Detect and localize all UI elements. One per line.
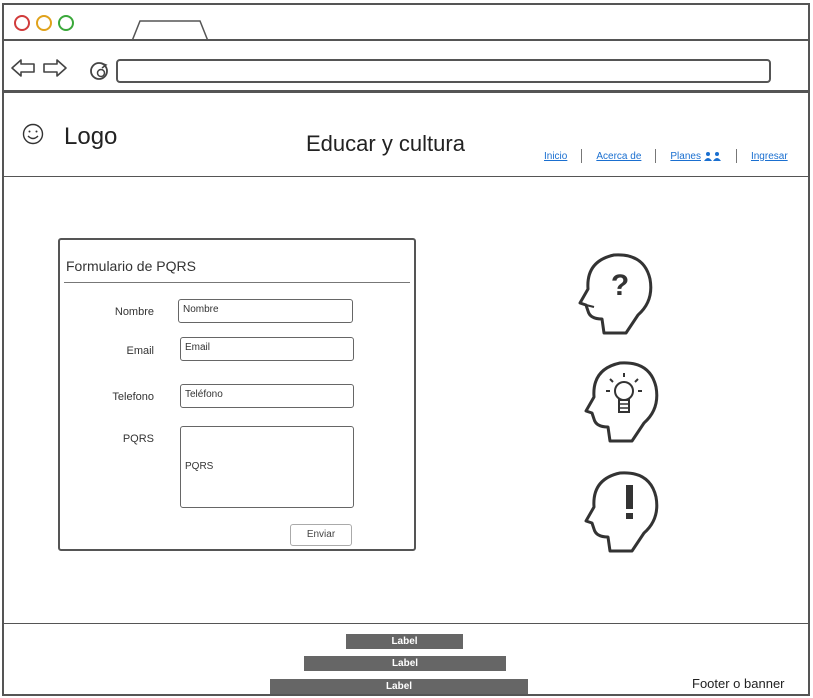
back-arrow-icon[interactable] bbox=[10, 57, 36, 79]
submit-button[interactable]: Enviar bbox=[290, 524, 352, 546]
nav-link-inicio[interactable]: Inicio bbox=[540, 151, 571, 162]
email-input[interactable]: Email bbox=[180, 337, 354, 361]
lightbulb-head-icon bbox=[584, 361, 659, 443]
pqrs-textarea[interactable]: PQRS bbox=[180, 426, 354, 508]
exclamation-head-icon bbox=[584, 471, 659, 553]
phone-label: Telefono bbox=[112, 391, 154, 403]
maximize-dot[interactable] bbox=[58, 15, 74, 31]
footer-label-3: Label bbox=[270, 679, 528, 694]
reload-icon[interactable] bbox=[88, 59, 112, 83]
people-icon bbox=[703, 152, 721, 161]
name-input[interactable]: Nombre bbox=[178, 299, 353, 323]
question-head-icon: ? bbox=[578, 253, 653, 335]
address-bar[interactable] bbox=[116, 59, 771, 83]
site-title: Educar y cultura bbox=[306, 131, 465, 156]
nav-separator bbox=[581, 149, 583, 163]
main-nav: Inicio Acerca de Planes Ingresar bbox=[540, 149, 792, 163]
phone-input[interactable]: Teléfono bbox=[180, 384, 354, 408]
pqrs-placeholder: PQRS bbox=[185, 461, 214, 472]
browser-window: Logo Educar y cultura Inicio Acerca de P… bbox=[2, 3, 810, 696]
title-bar bbox=[4, 5, 808, 41]
email-label: Email bbox=[126, 345, 154, 357]
minimize-dot[interactable] bbox=[36, 15, 52, 31]
footer-label-1: Label bbox=[346, 634, 463, 649]
nav-link-acerca[interactable]: Acerca de bbox=[592, 151, 645, 162]
nav-separator bbox=[735, 149, 737, 163]
site-footer: Label Label Label Footer o banner bbox=[4, 623, 808, 696]
name-label: Nombre bbox=[114, 306, 154, 318]
logo-text: Logo bbox=[64, 123, 118, 150]
footer-banner-text: Footer o banner bbox=[692, 676, 785, 691]
footer-label-2: Label bbox=[304, 656, 506, 671]
smiley-icon bbox=[22, 123, 44, 145]
nav-link-ingresar[interactable]: Ingresar bbox=[747, 151, 792, 162]
form-title: Formulario de PQRS bbox=[66, 258, 196, 274]
browser-tab[interactable] bbox=[130, 19, 210, 41]
forward-arrow-icon[interactable] bbox=[42, 57, 68, 79]
browser-toolbar bbox=[4, 41, 808, 93]
nav-separator bbox=[655, 149, 657, 163]
site-header: Logo Educar y cultura Inicio Acerca de P… bbox=[4, 93, 808, 177]
nav-link-planes[interactable]: Planes bbox=[666, 151, 726, 162]
pqrs-label: PQRS bbox=[122, 433, 154, 445]
pqrs-form: Formulario de PQRS Nombre Nombre Email E… bbox=[58, 238, 416, 551]
nav-link-planes-label: Planes bbox=[670, 150, 701, 162]
close-dot[interactable] bbox=[14, 15, 30, 31]
svg-text:?: ? bbox=[611, 269, 629, 302]
form-divider bbox=[64, 282, 410, 283]
